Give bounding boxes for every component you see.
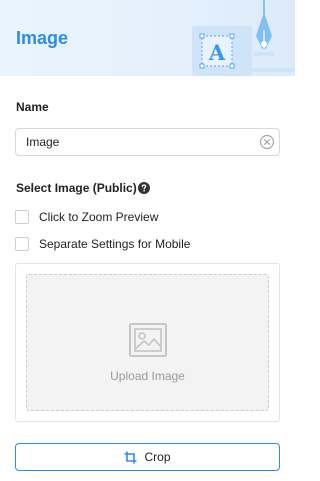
upload-image-dropzone[interactable]: Upload Image: [26, 274, 269, 411]
help-icon[interactable]: [137, 182, 150, 194]
mobile-settings-option[interactable]: Separate Settings for Mobile: [15, 237, 190, 251]
crop-button[interactable]: Crop: [15, 443, 280, 471]
name-label: Name: [16, 100, 49, 114]
name-field-wrapper: [15, 128, 280, 156]
svg-text:A: A: [208, 40, 226, 65]
page-title: Image: [16, 28, 69, 48]
image-settings-panel: Image A Name Select Image (Pub: [0, 0, 295, 481]
panel-header: Image A: [0, 0, 295, 76]
clear-icon[interactable]: [259, 134, 275, 150]
upload-container: Upload Image: [15, 263, 280, 422]
upload-image-label: Upload Image: [110, 369, 185, 383]
select-image-label: Select Image (Public): [16, 181, 150, 195]
zoom-preview-option[interactable]: Click to Zoom Preview: [15, 210, 158, 224]
image-placeholder-icon: [129, 323, 167, 357]
mobile-settings-checkbox[interactable]: [15, 237, 29, 251]
select-image-label-text: Select Image (Public): [16, 181, 137, 195]
zoom-preview-label: Click to Zoom Preview: [39, 210, 159, 224]
name-input[interactable]: [16, 129, 252, 155]
mobile-settings-label: Separate Settings for Mobile: [39, 237, 191, 251]
crop-label: Crop: [144, 450, 171, 464]
zoom-preview-checkbox[interactable]: [15, 210, 29, 224]
crop-icon: [124, 451, 137, 463]
text-pen-illustration-icon: A: [192, 0, 295, 76]
